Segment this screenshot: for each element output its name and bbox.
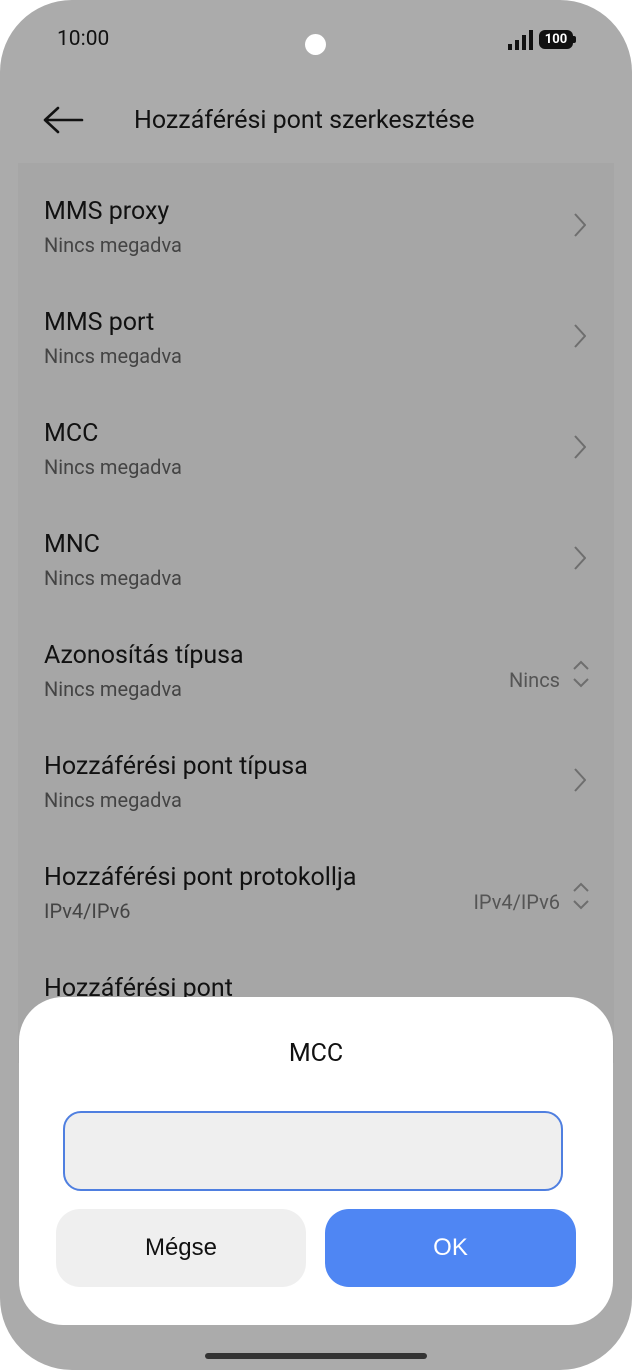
setting-title: MMS proxy: [44, 197, 170, 226]
setting-title: MNC: [44, 530, 100, 559]
back-arrow-icon: [43, 106, 84, 134]
page-title: Hozzáférési pont szerkesztése: [134, 106, 475, 135]
status-time: 10:00: [57, 27, 110, 51]
mcc-input-field[interactable]: [63, 1111, 563, 1191]
setting-subtitle: Nincs megadva: [44, 233, 182, 257]
ok-button[interactable]: OK: [325, 1209, 576, 1287]
setting-title: MCC: [44, 419, 99, 448]
setting-value: Nincs: [509, 668, 560, 692]
setting-subtitle: IPv4/IPv6: [44, 899, 131, 923]
dropdown-up-down-icon: [573, 882, 589, 910]
setting-row-apn-protocol[interactable]: Hozzáférési pont protokollja IPv4/IPv6 I…: [18, 829, 614, 940]
setting-row-auth-type[interactable]: Azonosítás típusa Nincs megadva Nincs: [18, 607, 614, 718]
setting-row-mms-port[interactable]: MMS port Nincs megadva: [18, 274, 614, 385]
battery-tip: [573, 36, 576, 43]
setting-row-apn-type[interactable]: Hozzáférési pont típusa Nincs megadva: [18, 718, 614, 829]
setting-subtitle: Nincs megadva: [44, 455, 182, 479]
setting-title: MMS port: [44, 308, 155, 337]
setting-row-mcc[interactable]: MCC Nincs megadva: [18, 385, 614, 496]
setting-row-mms-proxy[interactable]: MMS proxy Nincs megadva: [18, 163, 614, 274]
chevron-right-icon: [574, 768, 586, 792]
chevron-right-icon: [574, 213, 586, 237]
app-bar: Hozzáférési pont szerkesztése: [0, 88, 632, 152]
home-indicator[interactable]: [205, 1353, 427, 1359]
chevron-right-icon: [574, 324, 586, 348]
setting-subtitle: Nincs megadva: [44, 344, 182, 368]
cancel-button[interactable]: Mégse: [56, 1209, 306, 1287]
setting-subtitle: Nincs megadva: [44, 677, 182, 701]
setting-subtitle: Nincs megadva: [44, 566, 182, 590]
setting-title: Hozzáférési pont típusa: [44, 752, 308, 781]
setting-value: IPv4/IPv6: [473, 890, 560, 914]
setting-row-mnc[interactable]: MNC Nincs megadva: [18, 496, 614, 607]
dialog-title: MCC: [288, 1039, 344, 1068]
chevron-right-icon: [574, 435, 586, 459]
cellular-signal-icon: [508, 30, 533, 50]
chevron-right-icon: [574, 546, 586, 570]
dropdown-up-down-icon: [573, 660, 589, 688]
setting-title: Hozzáférési pont protokollja: [44, 863, 357, 892]
status-bar: 10:00 100: [0, 0, 632, 80]
setting-subtitle: Nincs megadva: [44, 788, 182, 812]
setting-title: Azonosítás típusa: [44, 641, 244, 670]
back-button[interactable]: [38, 100, 86, 140]
phone-screen: 10:00 100 Hozzáférési pont szerkesztése …: [0, 0, 632, 1370]
mcc-input-dialog: MCC Mégse OK: [19, 997, 613, 1325]
settings-list: MMS proxy Nincs megadva MMS port Nincs m…: [18, 163, 614, 1063]
battery-icon: 100: [539, 30, 573, 49]
front-camera: [305, 34, 326, 55]
